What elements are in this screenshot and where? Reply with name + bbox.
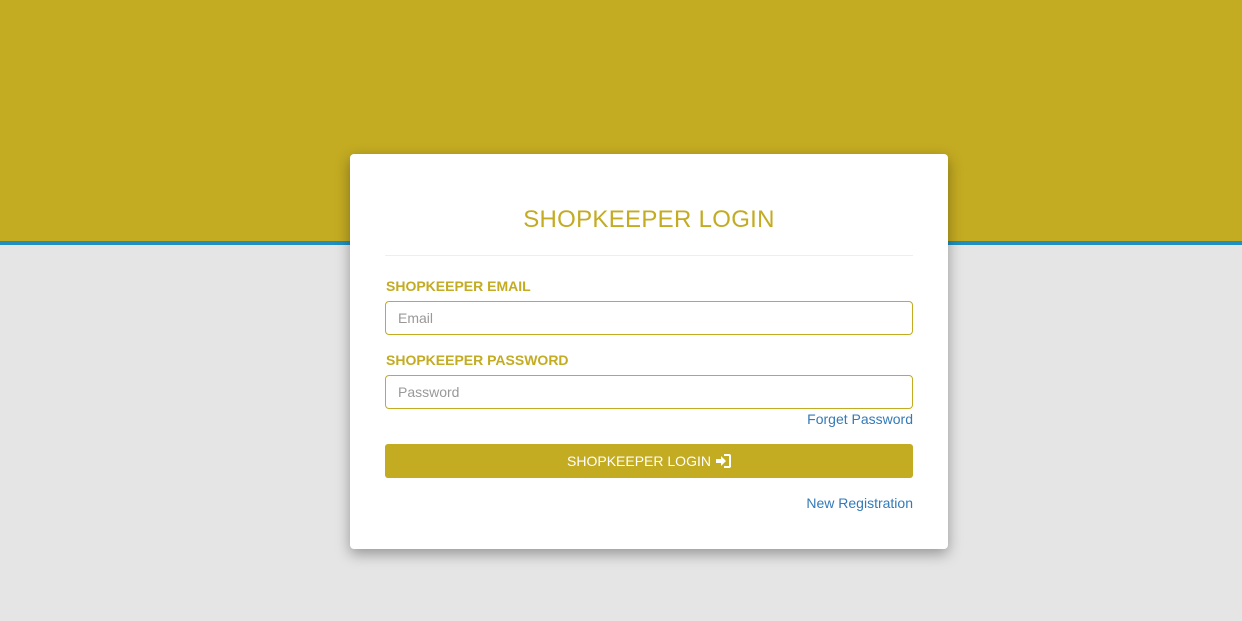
forget-password-link[interactable]: Forget Password [807,411,913,427]
password-input[interactable] [385,375,913,409]
sign-in-icon [715,454,731,468]
login-button[interactable]: SHOPKEEPER LOGIN [385,444,913,478]
login-title: SHOPKEEPER LOGIN [523,206,775,233]
email-label: SHOPKEEPER EMAIL [386,278,531,294]
email-input[interactable] [385,301,913,335]
login-card: SHOPKEEPER LOGIN SHOPKEEPER EMAIL SHOPKE… [350,154,948,549]
password-label: SHOPKEEPER PASSWORD [386,352,569,368]
login-page: SHOPKEEPER LOGIN SHOPKEEPER EMAIL SHOPKE… [0,0,1242,621]
login-button-label: SHOPKEEPER LOGIN [567,453,711,469]
new-registration-link[interactable]: New Registration [806,495,913,511]
title-divider [385,255,913,256]
